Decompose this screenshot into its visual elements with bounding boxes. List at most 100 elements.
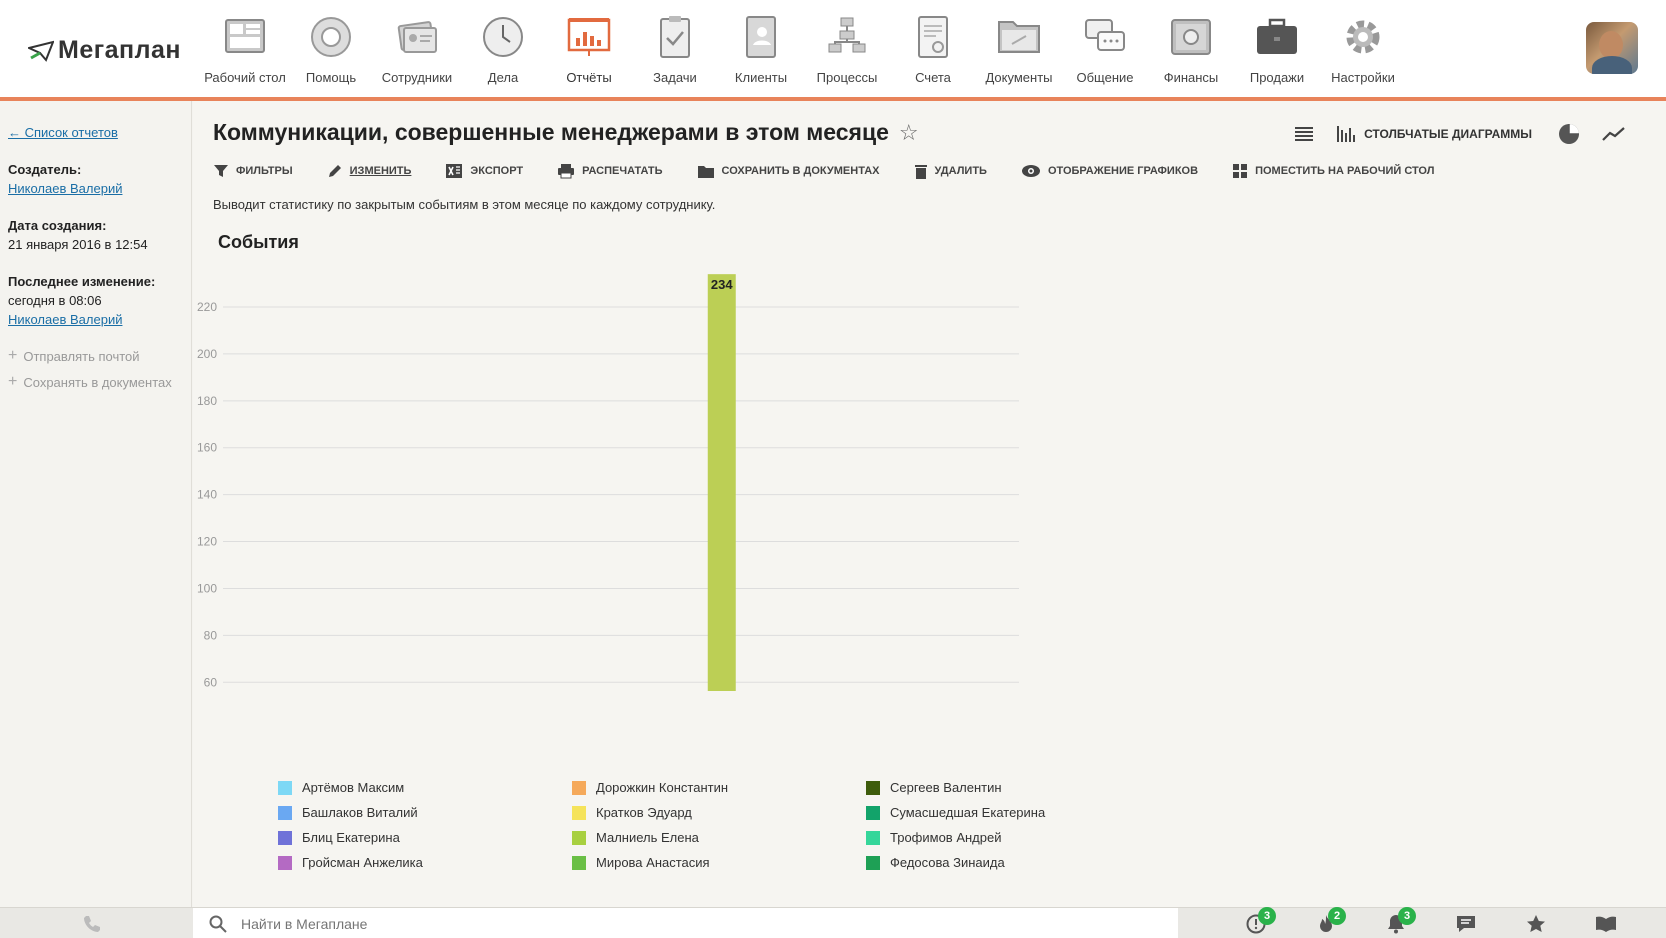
edit-button[interactable]: ИЗМЕНИТЬ [327, 163, 412, 179]
list-icon [1295, 127, 1314, 141]
bar[interactable] [707, 274, 736, 691]
legend-item[interactable]: Сергеев Валентин [866, 779, 1160, 796]
dashboard-grid-icon [1233, 164, 1248, 178]
report-title-row: Коммуникации, совершенные менеджерами в … [213, 119, 919, 146]
nav-item-briefcase[interactable]: Продажи [1234, 14, 1320, 85]
delete-button[interactable]: УДАЛИТЬ [914, 163, 987, 179]
notifications-button[interactable]: 3 [1374, 907, 1418, 936]
pie-chart-icon [1559, 124, 1579, 144]
nav-item-label: Рабочий стол [204, 70, 286, 85]
creator-link[interactable]: Николаев Валерий [8, 181, 122, 196]
legend-item[interactable]: Башлаков Виталий [278, 804, 572, 821]
nav-item-label: Общение [1076, 70, 1134, 85]
nav-item-label: Настройки [1331, 70, 1395, 85]
report-description: Выводит статистику по закрытым событиям … [213, 197, 716, 212]
legend-swatch [278, 780, 292, 795]
legend-label: Федосова Зинаида [890, 855, 1005, 870]
table-view-button[interactable] [1294, 126, 1314, 142]
legend-item[interactable]: Малниель Елена [572, 829, 866, 846]
favorite-star-icon[interactable]: ☆ [899, 120, 919, 146]
invoice-icon [918, 16, 948, 58]
legend-label: Кратков Эдуард [596, 805, 692, 820]
export-button[interactable]: ЭКСПОРТ [445, 163, 523, 179]
global-search[interactable] [193, 908, 1178, 938]
save-to-docs-action[interactable]: + Сохранять в документах [8, 373, 191, 391]
legend-label: Трофимов Андрей [890, 830, 1002, 845]
nav-item-reports[interactable]: Отчёты [546, 14, 632, 102]
print-button[interactable]: РАСПЕЧАТАТЬ [557, 163, 663, 179]
filters-label: ФИЛЬТРЫ [236, 165, 293, 177]
chart-display-button[interactable]: ОТОБРАЖЕНИЕ ГРАФИКОВ [1021, 163, 1198, 179]
nav-item-label: Счета [915, 70, 951, 85]
nav-item-invoice[interactable]: Счета [890, 14, 976, 85]
legend-swatch [572, 780, 586, 795]
chart-display-label: ОТОБРАЖЕНИЕ ГРАФИКОВ [1047, 165, 1199, 177]
notifications-badge: 3 [1398, 907, 1416, 925]
messages-button[interactable] [1444, 912, 1488, 936]
bar-chart-view-button[interactable]: СТОЛБЧАТЫЕ ДИАГРАММЫ [1336, 125, 1532, 143]
pin-to-desktop-label: ПОМЕСТИТЬ НА РАБОЧИЙ СТОЛ [1255, 165, 1435, 177]
nav-item-clipboard[interactable]: Задачи [632, 14, 718, 85]
legend-item[interactable]: Кратков Эдуард [572, 804, 866, 821]
save-to-documents-button[interactable]: СОХРАНИТЬ В ДОКУМЕНТАХ [697, 163, 880, 179]
nav-item-safe[interactable]: Финансы [1148, 14, 1234, 85]
view-switcher: СТОЛБЧАТЫЕ ДИАГРАММЫ [1294, 123, 1626, 145]
creator-label: Создатель: [8, 162, 82, 177]
nav-item-folder[interactable]: Документы [976, 14, 1062, 85]
filter-icon [214, 165, 228, 177]
nav-item-label: Задачи [653, 70, 697, 85]
nav-item-lifebuoy[interactable]: Помощь [288, 14, 374, 85]
nav-item-chat-bubbles[interactable]: Общение [1062, 14, 1148, 85]
legend-swatch [278, 830, 292, 845]
legend-item[interactable]: Гройсман Анжелика [278, 854, 572, 871]
line-chart-view-button[interactable] [1602, 126, 1626, 142]
legend-label: Мирова Анастасия [596, 855, 710, 870]
top-navigation-bar: Мегаплан Рабочий стол Помощь Сотрудники Дел… [0, 0, 1666, 102]
filters-button[interactable]: ФИЛЬТРЫ [213, 163, 293, 179]
nav-item-flowchart[interactable]: Процессы [804, 14, 890, 85]
nav-item-clock[interactable]: Дела [460, 14, 546, 85]
logo[interactable]: Мегаплан [28, 36, 181, 65]
plus-icon: + [8, 347, 18, 364]
avatar[interactable] [1586, 22, 1638, 74]
legend-item[interactable]: Сумасшедшая Екатерина [866, 804, 1160, 821]
knowledge-base-button[interactable] [1584, 912, 1628, 936]
favorites-button[interactable] [1514, 912, 1558, 936]
y-tick-label: 140 [197, 488, 217, 502]
nav-item-label: Клиенты [734, 70, 788, 85]
edit-label: ИЗМЕНИТЬ [349, 165, 412, 177]
pin-to-desktop-button[interactable]: ПОМЕСТИТЬ НА РАБОЧИЙ СТОЛ [1232, 163, 1434, 179]
back-to-reports-link[interactable]: ← Список отчетов [8, 125, 118, 140]
legend-label: Блиц Екатерина [302, 830, 400, 845]
legend-item[interactable]: Артёмов Максим [278, 779, 572, 796]
page-title: Коммуникации, совершенные менеджерами в … [213, 119, 889, 145]
modifier-link[interactable]: Николаев Валерий [8, 312, 122, 327]
y-tick-label: 60 [204, 675, 218, 689]
alerts-button[interactable]: 3 [1234, 907, 1278, 936]
legend-item[interactable]: Мирова Анастасия [572, 854, 866, 871]
phone-icon[interactable] [82, 914, 102, 934]
legend-item[interactable]: Блиц Екатерина [278, 829, 572, 846]
nav-item-gear[interactable]: Настройки [1320, 14, 1406, 85]
safe-icon [1171, 19, 1211, 55]
star-icon [1527, 915, 1545, 932]
legend-item[interactable]: Федосова Зинаида [866, 854, 1160, 871]
nav-item-employees[interactable]: Сотрудники [374, 14, 460, 85]
created-label: Дата создания: [8, 218, 107, 233]
nav-item-desktop[interactable]: Рабочий стол [202, 14, 288, 85]
gear-icon [1346, 20, 1380, 54]
pie-chart-view-button[interactable] [1558, 123, 1580, 145]
legend-item[interactable]: Дорожкин Константин [572, 779, 866, 796]
chart-legend: Артёмов Максим Дорожкин Константин Сергеев… [278, 779, 1160, 871]
line-chart-icon [1602, 127, 1625, 141]
alerts-badge: 3 [1258, 907, 1276, 925]
search-input[interactable] [241, 915, 841, 932]
legend-swatch [572, 855, 586, 870]
send-by-mail-action[interactable]: + Отправлять почтой [8, 347, 191, 365]
chart-title: События [218, 232, 299, 252]
hot-button[interactable]: 2 [1304, 907, 1348, 936]
legend-label: Сумасшедшая Екатерина [890, 805, 1046, 820]
legend-item[interactable]: Трофимов Андрей [866, 829, 1160, 846]
nav-item-contacts-book[interactable]: Клиенты [718, 14, 804, 85]
nav-item-label: Сотрудники [381, 70, 453, 85]
